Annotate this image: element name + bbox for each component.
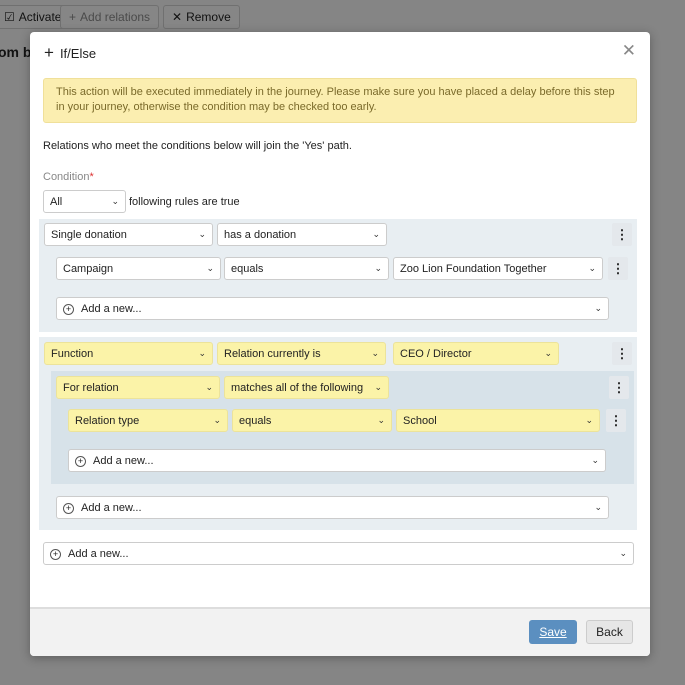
condition-label: Condition* (43, 171, 94, 183)
group2-field-select[interactable]: Function ⌄ (44, 342, 213, 365)
group1-field-select[interactable]: Single donation ⌄ (44, 223, 213, 246)
more-options-icon[interactable]: ⋮ (609, 376, 629, 399)
add-circle-icon: + (63, 502, 74, 514)
plus-icon: + (44, 43, 54, 62)
group1-operator-select[interactable]: has a donation ⌄ (217, 223, 387, 246)
warning-banner: This action will be executed immediately… (43, 78, 637, 123)
more-options-icon[interactable]: ⋮ (612, 223, 632, 246)
sub-add-new-select[interactable]: + Add a new... ⌄ (68, 449, 606, 472)
sub-rule-value-select[interactable]: School ⌄ (396, 409, 600, 432)
more-options-icon[interactable]: ⋮ (606, 409, 626, 432)
if-else-modal: + If/Else ✕ This action will be executed … (30, 32, 650, 656)
modal-title: If/Else (59, 45, 97, 61)
match-select[interactable]: All ⌄ (43, 190, 126, 213)
rule-field-select[interactable]: Campaign ⌄ (56, 257, 221, 280)
match-suffix: following rules are true (129, 196, 240, 208)
group2-operator-select[interactable]: Relation currently is ⌄ (217, 342, 386, 365)
intro-text: Relations who meet the conditions below … (43, 140, 352, 152)
rule-value-select[interactable]: Zoo Lion Foundation Together ⌄ (393, 257, 603, 280)
sub-field-select[interactable]: For relation ⌄ (56, 376, 220, 399)
sub-operator-select[interactable]: matches all of the following ⌄ (224, 376, 389, 399)
more-options-icon[interactable]: ⋮ (612, 342, 632, 365)
sub-rule-operator-select[interactable]: equals ⌄ (232, 409, 392, 432)
add-new-select[interactable]: + Add a new... ⌄ (43, 542, 634, 565)
sub-rule-field-select[interactable]: Relation type ⌄ (68, 409, 228, 432)
back-button[interactable]: Back (586, 620, 633, 644)
group2-value-select[interactable]: CEO / Director ⌄ (393, 342, 559, 365)
add-new-select[interactable]: + Add a new... ⌄ (56, 297, 609, 320)
rule-operator-select[interactable]: equals ⌄ (224, 257, 389, 280)
add-circle-icon: + (50, 548, 61, 560)
add-circle-icon: + (75, 455, 86, 467)
save-button[interactable]: Save (529, 620, 577, 644)
group2-add-new-select[interactable]: + Add a new... ⌄ (56, 496, 609, 519)
more-options-icon[interactable]: ⋮ (608, 257, 628, 280)
modal-header: + If/Else (44, 43, 96, 63)
close-icon[interactable]: ✕ (622, 41, 636, 61)
add-circle-icon: + (63, 303, 74, 315)
